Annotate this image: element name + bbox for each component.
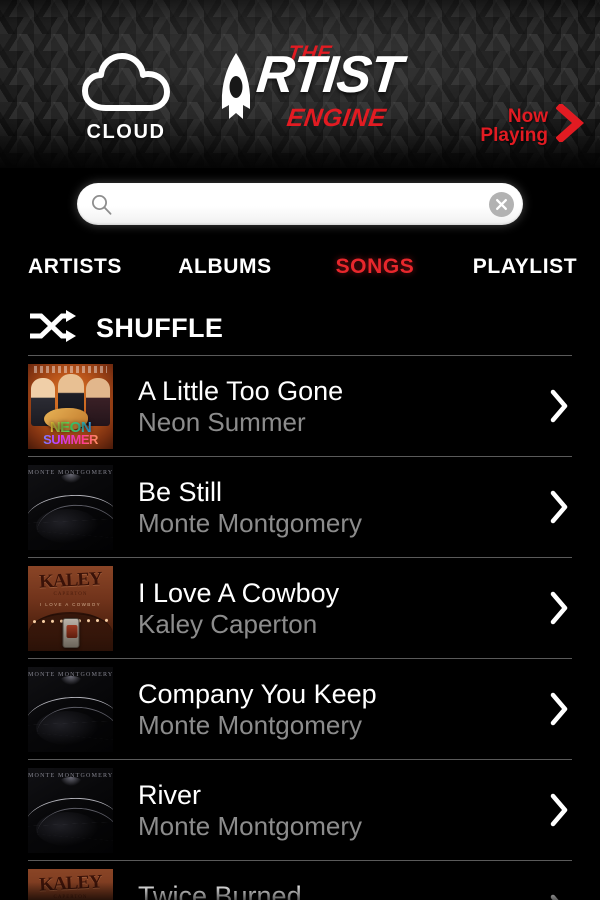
search-icon: [91, 194, 112, 220]
tab-playlist[interactable]: PLAYLIST: [450, 255, 600, 279]
song-title: Be Still: [138, 476, 223, 507]
album-art: MONTE MONTGOMERY: [28, 767, 113, 853]
album-art-text-1: KALEY: [38, 567, 103, 593]
tab-songs[interactable]: SONGS: [300, 255, 450, 279]
song-artist: Neon Summer: [138, 406, 306, 437]
cloud-label: CLOUD: [86, 121, 166, 143]
shuffle-label: SHUFFLE: [96, 312, 224, 343]
album-art-text-2: CAPERTON: [53, 591, 88, 597]
song-meta: Be Still Monte Montgomery: [113, 476, 542, 539]
table-row[interactable]: MONTE MONTGOMERY Be Still Monte Montgome…: [28, 456, 572, 557]
row-chevron-right-icon[interactable]: [542, 792, 572, 828]
song-artist: Kaley Caperton: [138, 608, 318, 639]
logo-artist-text: RTIST: [254, 46, 405, 104]
song-title: I Love A Cowboy: [138, 577, 340, 608]
app-logo: THE RTIST ENGINE: [215, 42, 404, 138]
row-chevron-right-icon[interactable]: [542, 388, 572, 424]
logo-engine-text: ENGINE: [285, 104, 388, 132]
song-meta: A Little Too Gone Neon Summer: [113, 375, 542, 438]
row-chevron-right-icon[interactable]: [542, 489, 572, 525]
song-title: Company You Keep: [138, 678, 377, 709]
now-playing-line2: Playing: [480, 124, 548, 146]
now-playing-label: Now Playing: [480, 107, 548, 145]
song-title: Twice Burned: [138, 880, 302, 900]
row-chevron-right-icon[interactable]: [542, 590, 572, 626]
table-row[interactable]: NEON SUMMER A Little Too Gone Neon Summe…: [28, 355, 572, 456]
table-row[interactable]: MONTE MONTGOMERY Company You Keep Monte …: [28, 658, 572, 759]
chevron-right-icon: [555, 102, 585, 147]
search-bar[interactable]: [77, 183, 523, 225]
row-chevron-right-icon[interactable]: [542, 691, 572, 727]
album-art: MONTE MONTGOMERY: [28, 666, 113, 752]
now-playing-line1: Now: [507, 105, 548, 127]
album-art: MONTE MONTGOMERY: [28, 464, 113, 550]
song-meta: River Monte Montgomery: [113, 779, 542, 842]
song-artist: Monte Montgomery: [138, 810, 362, 841]
app-header: CLOUD THE RTIST ENGINE Now Playing: [0, 0, 600, 168]
album-art-text-2: SUMMER: [32, 432, 109, 447]
table-row[interactable]: MONTE MONTGOMERY River Monte Montgomery: [28, 759, 572, 860]
song-artist: Monte Montgomery: [138, 709, 362, 740]
search-input[interactable]: [121, 183, 511, 225]
rocket-icon: [213, 53, 259, 132]
tab-artists[interactable]: ARTISTS: [0, 255, 150, 279]
music-app-screen: CLOUD THE RTIST ENGINE Now Playing ARTIS…: [0, 0, 600, 900]
album-art-text-3: I LOVE A COWBOY: [39, 601, 101, 607]
song-meta: Company You Keep Monte Montgomery: [113, 678, 542, 741]
shuffle-icon: [28, 309, 76, 347]
album-art: KALEY CAPERTON I LOVE A COWBOY: [28, 565, 113, 651]
song-title: River: [138, 779, 202, 810]
category-tabs: ARTISTS ALBUMS SONGS PLAYLIST: [0, 250, 600, 284]
song-meta: Twice Burned Kaley Caperton: [113, 880, 542, 900]
song-title: A Little Too Gone: [138, 375, 344, 406]
search-bar-container: [0, 183, 600, 235]
row-chevron-right-icon[interactable]: [542, 893, 572, 900]
album-art-text-1: KALEY: [38, 870, 103, 896]
logo-artist-wrap: RTIST: [215, 46, 405, 119]
album-art: NEON SUMMER: [28, 363, 113, 449]
song-list[interactable]: NEON SUMMER A Little Too Gone Neon Summe…: [0, 355, 600, 900]
clear-search-button[interactable]: [489, 192, 514, 217]
song-artist: Monte Montgomery: [138, 507, 362, 538]
table-row[interactable]: KALEY CAPERTON I LOVE A COWBOY I Love A …: [28, 557, 572, 658]
now-playing-button[interactable]: Now Playing: [480, 102, 585, 147]
cloud-button[interactable]: CLOUD: [72, 52, 180, 144]
shuffle-button[interactable]: SHUFFLE: [0, 303, 600, 353]
table-row[interactable]: KALEY CAPERTON I LOVE A COWBOY Twice Bur…: [28, 860, 572, 900]
tab-albums[interactable]: ALBUMS: [150, 255, 300, 279]
song-meta: I Love A Cowboy Kaley Caperton: [113, 577, 542, 640]
album-art-text-2: CAPERTON: [53, 894, 88, 900]
cloud-icon: [72, 52, 180, 117]
album-art: KALEY CAPERTON I LOVE A COWBOY: [28, 868, 113, 900]
